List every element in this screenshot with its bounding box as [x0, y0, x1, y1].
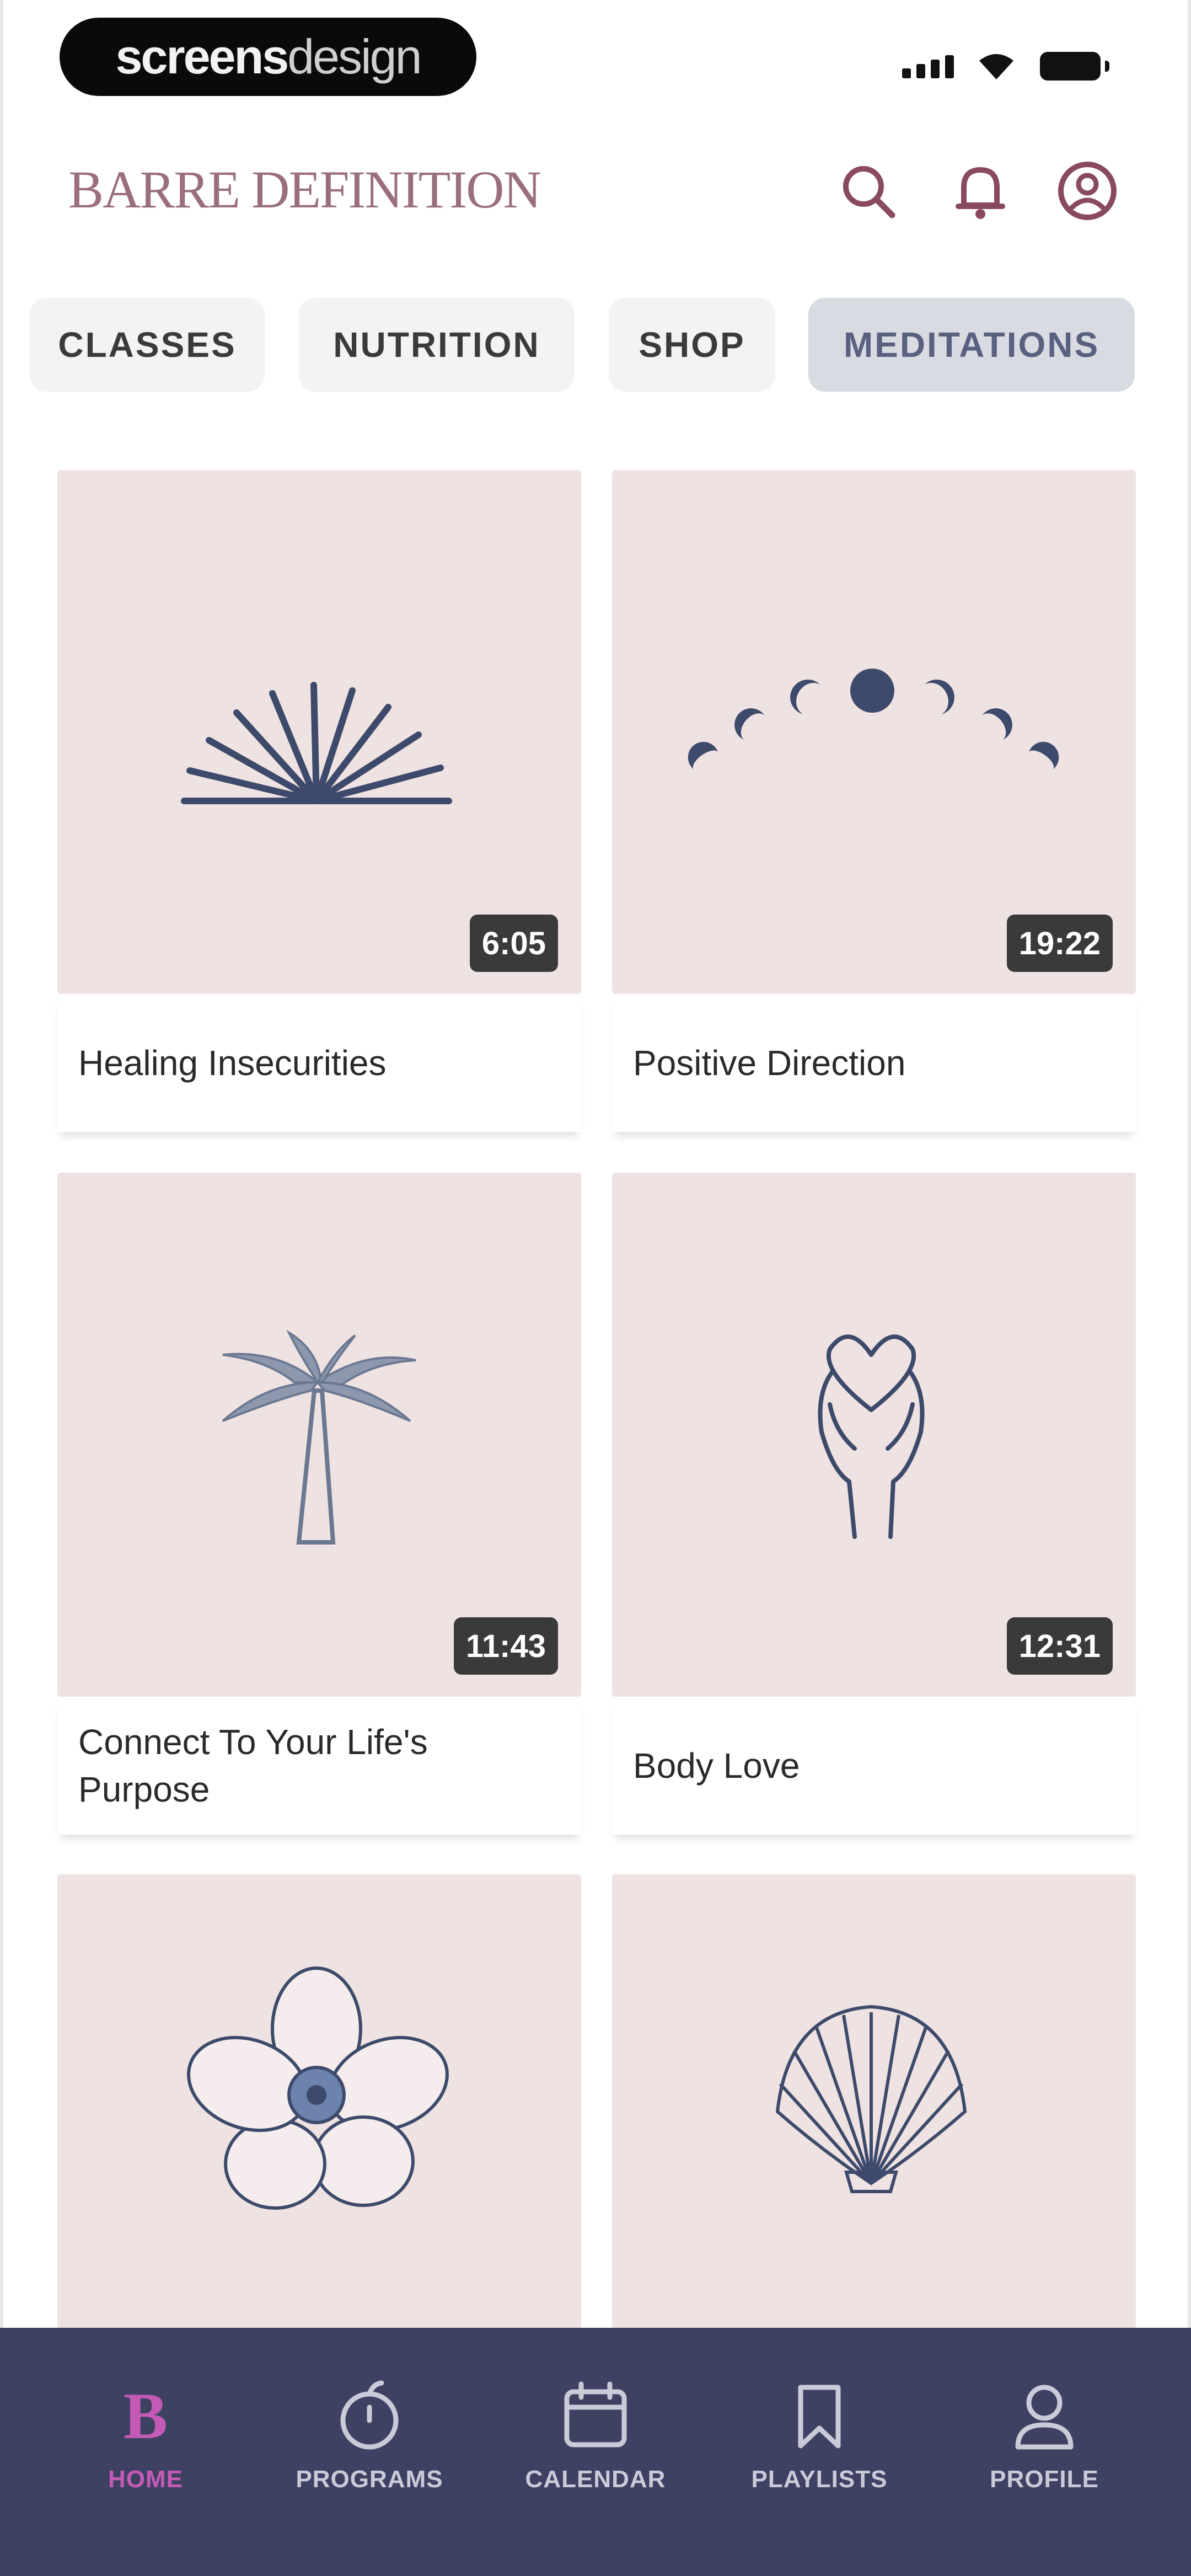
- seashell-icon: [775, 2005, 967, 2193]
- app-title: BARRE DEFINITION: [68, 160, 541, 219]
- nav-home[interactable]: B HOME: [63, 2377, 228, 2521]
- tab-classes[interactable]: CLASSES: [30, 298, 265, 392]
- card-thumbnail: [612, 1874, 1136, 2398]
- card-thumbnail: 19:22: [612, 470, 1136, 994]
- card-caption: Body Love: [612, 1697, 1136, 1835]
- nav-playlists[interactable]: PLAYLISTS: [737, 2377, 902, 2521]
- programs-icon: [331, 2377, 408, 2455]
- brand-bold: screens: [115, 29, 289, 84]
- bottom-nav: B HOME PROGRAMS CALENDAR PLAYLISTS PROFI…: [0, 2328, 1191, 2576]
- duration-badge: 11:43: [453, 1617, 558, 1675]
- brand-light: design: [287, 29, 422, 84]
- nav-label: CALENDAR: [525, 2466, 666, 2493]
- home-logo-icon: B: [107, 2377, 184, 2455]
- signal-icon: [902, 55, 954, 78]
- tab-nutrition[interactable]: NUTRITION: [299, 298, 575, 392]
- svg-text:B: B: [124, 2379, 168, 2452]
- card-thumbnail: 11:43: [57, 1173, 581, 1697]
- card-title: Positive Direction: [633, 1043, 906, 1083]
- duration-badge: 19:22: [1006, 915, 1113, 972]
- duration-badge: 12:31: [1006, 1617, 1113, 1675]
- card-caption: Positive Direction: [612, 994, 1136, 1132]
- battery-icon: [1040, 52, 1109, 81]
- nav-profile[interactable]: PROFILE: [962, 2377, 1127, 2521]
- card-caption: Connect To Your Life's Purpose: [57, 1697, 581, 1835]
- search-icon[interactable]: [835, 158, 901, 224]
- person-icon: [1006, 2377, 1083, 2455]
- card-thumbnail: 12:31: [612, 1173, 1136, 1697]
- card-title: Connect To Your Life's Purpose: [78, 1722, 428, 1809]
- duration-badge: 6:05: [469, 915, 558, 972]
- card-thumbnail: [57, 1874, 581, 2398]
- flower-icon: [187, 1966, 449, 2210]
- brand-watermark: screens design: [60, 18, 476, 96]
- nav-label: PROGRAMS: [296, 2466, 443, 2493]
- card-title: Body Love: [633, 1746, 800, 1786]
- card-title: Healing Insecurities: [78, 1043, 387, 1083]
- calendar-icon: [557, 2377, 634, 2455]
- profile-circle-icon[interactable]: [1054, 158, 1120, 224]
- nav-calendar[interactable]: CALENDAR: [513, 2377, 678, 2521]
- bell-icon[interactable]: [947, 158, 1013, 224]
- status-bar: screens design: [0, 0, 1191, 110]
- nav-label: HOME: [108, 2466, 183, 2493]
- tab-shop[interactable]: SHOP: [609, 298, 775, 392]
- category-tabs: CLASSES NUTRITION SHOP MEDITATIONS: [0, 298, 1191, 392]
- app-header: BARRE DEFINITION: [0, 127, 1191, 254]
- nav-programs[interactable]: PROGRAMS: [287, 2377, 452, 2521]
- card-thumbnail: 6:05: [57, 470, 581, 994]
- card-caption: Healing Insecurities: [57, 994, 581, 1132]
- wifi-icon: [979, 54, 1013, 79]
- nav-label: PROFILE: [990, 2466, 1099, 2493]
- tab-meditations[interactable]: MEDITATIONS: [808, 298, 1135, 392]
- nav-label: PLAYLISTS: [751, 2466, 888, 2493]
- bookmark-icon: [781, 2377, 858, 2455]
